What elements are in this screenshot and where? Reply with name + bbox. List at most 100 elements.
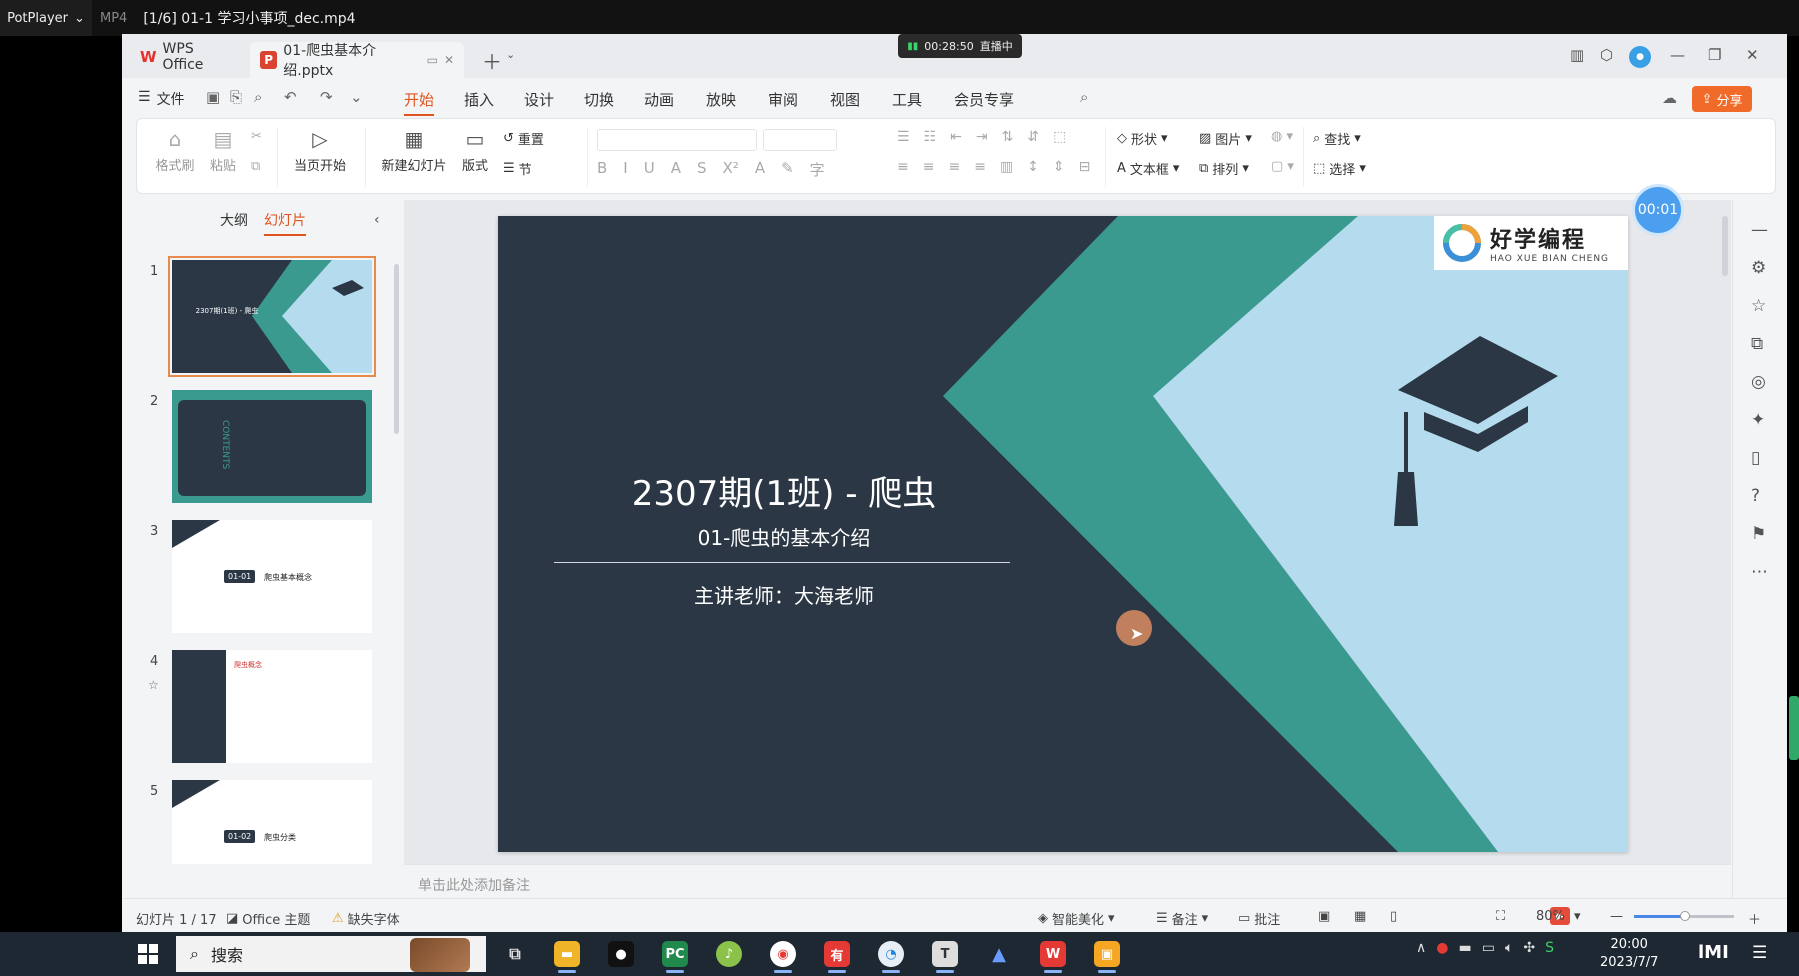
help-icon[interactable]: ? — [1751, 486, 1760, 506]
menu-insert[interactable]: 插入 — [464, 89, 494, 110]
shape-button[interactable]: ◇ 形状 ▾ — [1117, 129, 1168, 148]
fill-icon[interactable]: ◍ ▾ — [1271, 129, 1293, 144]
tab-document[interactable]: P 01-爬虫基本介绍.pptx ▭ ✕ — [250, 42, 464, 79]
current-slide[interactable]: 2307期(1班) - 爬虫 01-爬虫的基本介绍 主讲老师：大海老师 好学编程… — [498, 216, 1628, 852]
format-painter-button[interactable]: ⌂ 格式刷 — [155, 127, 195, 174]
recorder-icon[interactable]: ▣ — [1094, 941, 1120, 973]
columns-icon[interactable]: ▥ — [1000, 159, 1013, 175]
share-button[interactable]: ⇪ 分享 — [1692, 86, 1752, 112]
convert-shape-icon[interactable]: ⬚ — [1053, 129, 1066, 145]
slide-thumbnail-5[interactable]: 01-02 爬虫分类 — [172, 780, 372, 864]
tab-wps-office[interactable]: W WPS Office — [130, 41, 242, 73]
settings-sliders-icon[interactable]: ⚙ — [1751, 258, 1766, 278]
notes-panel[interactable]: 单击此处添加备注 — [404, 864, 1731, 898]
copy-icon[interactable]: ⧉ — [251, 159, 260, 174]
windows-start-icon[interactable] — [138, 944, 158, 964]
notes-toggle-button[interactable]: ☰ 备注 ▾ — [1156, 909, 1208, 928]
find-button[interactable]: ⌕ 查找 ▾ — [1313, 129, 1361, 148]
more-icon[interactable]: ⋯ — [1751, 562, 1768, 582]
tab-slides[interactable]: 幻灯片 — [264, 210, 306, 236]
arrange-button[interactable]: ⧉ 排列 ▾ — [1199, 159, 1249, 178]
star-icon[interactable]: ☆ — [148, 678, 159, 692]
italic-icon[interactable]: I — [623, 159, 627, 180]
beautify-button[interactable]: ◈ 智能美化 ▾ — [1038, 909, 1115, 928]
section-button[interactable]: ☰ 节 — [503, 159, 532, 178]
export-icon[interactable]: ⎘ — [230, 88, 242, 106]
monitor-icon[interactable]: ▭ — [427, 53, 438, 67]
notification-icon[interactable]: ☰ — [1752, 943, 1767, 963]
minimize-icon[interactable]: — — [1670, 46, 1685, 64]
sort-icon[interactable]: ⇵ — [1027, 129, 1039, 145]
underline-icon[interactable]: U — [644, 159, 655, 180]
justify-icon[interactable]: ≡ — [974, 159, 986, 175]
taskbar-clock[interactable]: 20:00 2023/7/7 — [1600, 936, 1658, 972]
theme-button[interactable]: ◪ Office 主题 — [226, 909, 310, 928]
missing-font-button[interactable]: ⚠ 缺失字体 — [332, 909, 400, 928]
close-tab-icon[interactable]: ✕ — [444, 53, 454, 67]
animation-icon[interactable]: ◎ — [1751, 372, 1766, 392]
avatar[interactable]: ● — [1629, 46, 1651, 68]
pycharm-icon[interactable]: PC — [662, 941, 688, 973]
chevron-down-icon[interactable]: ▾ — [1574, 909, 1581, 924]
highlight-icon[interactable]: ✎ — [781, 159, 794, 180]
chevron-up-icon[interactable]: ∧ — [1416, 940, 1426, 956]
reset-button[interactable]: ↺ 重置 — [503, 129, 544, 148]
tab-outline[interactable]: 大纲 — [220, 210, 248, 230]
zoom-in-icon[interactable]: ＋ — [1748, 909, 1761, 928]
tray-app-icon[interactable]: ● — [1436, 940, 1448, 956]
phonetic-icon[interactable]: 字 — [810, 159, 825, 180]
outdent-icon[interactable]: ⇤ — [950, 129, 962, 145]
app-icon[interactable]: ♪ — [716, 941, 742, 967]
chevron-left-icon[interactable]: ‹ — [374, 212, 380, 228]
align-left-icon[interactable]: ≡ — [897, 159, 909, 175]
wps-tray-icon[interactable]: S — [1545, 940, 1554, 956]
new-slide-button[interactable]: ▦ 新建幻灯片 — [373, 127, 455, 174]
youdao-icon[interactable]: 有 — [824, 941, 850, 973]
play-from-current-button[interactable]: ▷ 当页开始 — [285, 127, 355, 174]
task-view-icon[interactable]: ⧉ — [502, 941, 528, 967]
file-menu-button[interactable]: ☰ 文件 — [138, 89, 185, 109]
number-list-icon[interactable]: ☷ — [924, 129, 937, 145]
print-preview-icon[interactable]: ⌕ — [254, 88, 262, 106]
cut-icon[interactable]: ✂ — [251, 129, 262, 144]
mountain-icon[interactable]: ▲ — [986, 941, 1012, 967]
shadow-icon[interactable]: S — [697, 159, 707, 180]
fit-window-icon[interactable]: ⛶ — [1496, 909, 1505, 924]
bullet-list-icon[interactable]: ☰ — [897, 129, 910, 145]
tools-icon[interactable]: ✦ — [1751, 410, 1765, 430]
line-spacing-icon[interactable]: ↕ — [1027, 159, 1039, 175]
menu-animation[interactable]: 动画 — [644, 89, 674, 110]
search-icon[interactable]: ⌕ — [1080, 88, 1088, 106]
ime-icon[interactable]: ✣ — [1523, 940, 1535, 956]
battery-icon[interactable]: ▬ — [1458, 940, 1471, 956]
comment-button[interactable]: ▭ 批注 — [1238, 909, 1280, 928]
superscript-icon[interactable]: X² — [723, 159, 739, 180]
zoom-out-icon[interactable]: — — [1610, 909, 1623, 924]
wps-icon[interactable]: W — [1040, 941, 1066, 973]
save-icon[interactable]: ▣ — [206, 88, 220, 106]
side-handle[interactable] — [1789, 696, 1799, 760]
paste-button[interactable]: ▤ 粘贴 — [203, 127, 243, 174]
book-icon[interactable]: ▯ — [1751, 448, 1760, 468]
cloud-icon[interactable]: ☁ — [1662, 89, 1677, 107]
outline-icon[interactable]: ▢ ▾ — [1271, 159, 1294, 174]
vertical-align-icon[interactable]: ⊟ — [1079, 159, 1091, 175]
chrome-icon[interactable]: ◉ — [770, 941, 796, 973]
menu-transition[interactable]: 切换 — [584, 89, 614, 110]
reading-view-icon[interactable]: ▯ — [1390, 909, 1397, 924]
typora-icon[interactable]: T — [932, 941, 958, 973]
undo-icon[interactable]: ↶ — [284, 88, 297, 106]
chevron-down-icon[interactable]: ⌄ — [350, 88, 363, 106]
layout-icon[interactable]: ▥ — [1570, 46, 1584, 64]
canvas-scrollbar[interactable] — [1722, 216, 1728, 276]
indent-icon[interactable]: ⇥ — [976, 129, 988, 145]
layout-button[interactable]: ▭ 版式 — [455, 127, 495, 174]
menu-membership[interactable]: 会员专享 — [954, 89, 1014, 110]
align-center-icon[interactable]: ≡ — [923, 159, 935, 175]
slide-thumbnail-2[interactable]: CONTENTS — [172, 390, 372, 503]
slide-thumbnail-1[interactable]: 2307期(1班) - 爬虫 — [168, 256, 376, 377]
menu-view[interactable]: 视图 — [830, 89, 860, 110]
recording-timer[interactable]: 00:01 — [1632, 184, 1684, 236]
gift-icon[interactable]: ⚑ — [1751, 524, 1766, 544]
network-icon[interactable]: ▭ — [1482, 940, 1495, 956]
